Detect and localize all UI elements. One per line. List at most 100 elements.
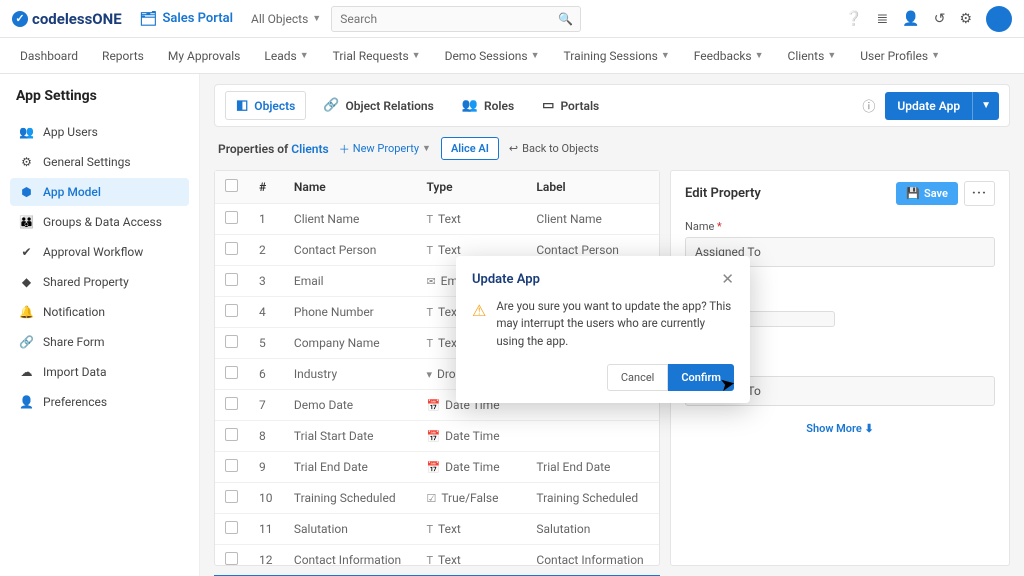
checkbox-icon[interactable] — [225, 459, 238, 472]
nav-reports[interactable]: Reports — [102, 49, 144, 63]
checkbox-icon[interactable] — [225, 397, 238, 410]
confirm-button[interactable]: Confirm — [668, 364, 734, 391]
checkbox-icon[interactable] — [225, 521, 238, 534]
portal-badge[interactable]: 🗂 Sales Portal — [140, 11, 233, 27]
nav-feedbacks[interactable]: Feedbacks▼ — [694, 49, 764, 63]
sidebar-item-general-settings[interactable]: ⚙General Settings — [10, 148, 189, 176]
table-row[interactable]: 8Trial Start Date📅Date Time — [215, 421, 659, 452]
settings-icon[interactable]: ⚙ — [959, 11, 972, 27]
show-more-button[interactable]: Show More ⬇ — [685, 422, 995, 435]
sidebar-item-share-form[interactable]: 🔗 Share Form — [10, 328, 189, 356]
row-name: Trial End Date — [284, 452, 417, 483]
sidebar-icon: 🔗 — [19, 335, 34, 349]
nav-my-approvals[interactable]: My Approvals — [168, 49, 241, 63]
tab-label: Objects — [254, 99, 295, 113]
search-box: 🔍 — [331, 6, 581, 32]
sidebar-item-import-data[interactable]: ☁Import Data — [10, 358, 189, 386]
row-name: Industry — [284, 359, 417, 390]
tab-roles[interactable]: 👥 Roles — [451, 91, 525, 120]
chevron-down-icon: ▼ — [661, 50, 670, 61]
nav-leads[interactable]: Leads▼ — [264, 49, 308, 63]
checkbox-icon[interactable] — [225, 428, 238, 441]
object-selector[interactable]: All Objects ▼ — [251, 12, 321, 26]
sidebar-icon: ◆ — [19, 275, 34, 289]
tab-icon: ◧ — [236, 98, 248, 113]
user-add-icon[interactable]: 👤 — [902, 11, 919, 27]
table-row[interactable]: 1Client NameTTextClient Name — [215, 204, 659, 235]
search-input[interactable] — [331, 6, 581, 32]
portal-label: Sales Portal — [162, 11, 233, 26]
nav-trial-requests[interactable]: Trial Requests▼ — [333, 49, 421, 63]
row-index: 8 — [249, 421, 284, 452]
sidebar-item-app-users[interactable]: 👥App Users — [10, 118, 189, 146]
checkbox-icon[interactable] — [225, 552, 238, 565]
table-row[interactable]: 9Trial End Date📅Date TimeTrial End Date — [215, 452, 659, 483]
avatar[interactable]: 👤 — [986, 6, 1012, 32]
save-button[interactable]: 💾 Save — [896, 182, 958, 205]
search-icon[interactable]: 🔍 — [558, 12, 573, 26]
update-app-button[interactable]: Update App — [885, 92, 972, 120]
row-index: 4 — [249, 297, 284, 328]
cancel-button[interactable]: Cancel — [607, 364, 668, 391]
tab-icon: 👥 — [462, 98, 478, 113]
nav-clients[interactable]: Clients▼ — [788, 49, 837, 63]
more-actions-button[interactable]: ··· — [964, 181, 995, 206]
tab-portals[interactable]: ▭Portals — [531, 91, 610, 120]
database-icon[interactable]: ≣ — [877, 11, 889, 27]
checkbox-icon[interactable] — [225, 242, 238, 255]
close-icon[interactable]: ✕ — [721, 270, 734, 288]
warning-icon: ⚠ — [472, 299, 486, 350]
nav-training-sessions[interactable]: Training Sessions▼ — [564, 49, 670, 63]
row-name: Salutation — [284, 514, 417, 545]
checkbox-icon[interactable] — [225, 179, 238, 192]
new-property-button[interactable]: ＋ New Property ▼ — [339, 141, 431, 157]
checkbox-icon[interactable] — [225, 273, 238, 286]
type-icon: T — [426, 523, 433, 536]
table-row[interactable]: 10Training Scheduled☑True/FalseTraining … — [215, 483, 659, 514]
back-to-objects[interactable]: ↩ Back to Objects — [509, 142, 599, 155]
sidebar-item-shared-property[interactable]: ◆Shared Property — [10, 268, 189, 296]
tab-objects[interactable]: ◧ Objects — [225, 91, 306, 120]
sidebar-item-groups---data-access[interactable]: 👪Groups & Data Access — [10, 208, 189, 236]
help-icon[interactable]: ❔ — [845, 11, 862, 27]
table-row[interactable]: 11SalutationTTextSalutation — [215, 514, 659, 545]
type-icon: T — [426, 306, 433, 319]
nav-demo-sessions[interactable]: Demo Sessions▼ — [445, 49, 540, 63]
history-icon[interactable]: ↺ — [934, 11, 946, 27]
row-name: Contact Person — [284, 235, 417, 266]
row-index: 11 — [249, 514, 284, 545]
sidebar-item-preferences[interactable]: 👤Preferences — [10, 388, 189, 416]
alice-ai-button[interactable]: Alice AI — [441, 137, 499, 160]
nav-user-profiles[interactable]: User Profiles▼ — [860, 49, 940, 63]
chevron-down-icon: ▼ — [531, 50, 540, 61]
nav-dashboard[interactable]: Dashboard — [20, 49, 78, 63]
tab-label: Roles — [484, 99, 514, 113]
type-icon: 📅 — [426, 461, 440, 474]
row-index: 3 — [249, 266, 284, 297]
sidebar-item-approval-workflow[interactable]: ✔Approval Workflow — [10, 238, 189, 266]
checkbox-icon[interactable] — [225, 304, 238, 317]
tab-object-relations[interactable]: 🔗Object Relations — [312, 91, 444, 120]
sidebar-title: App Settings — [10, 88, 189, 104]
info-icon[interactable]: ⓘ — [862, 96, 875, 115]
checkbox-icon[interactable] — [225, 490, 238, 503]
sidebar-item-label: Import Data — [43, 365, 107, 379]
row-label: Training Scheduled — [526, 483, 659, 514]
sidebar-item-app-model[interactable]: ⬢App Model — [10, 178, 189, 206]
row-name: Demo Date — [284, 390, 417, 421]
table-row[interactable]: 12Contact InformationTTextContact Inform… — [215, 545, 659, 576]
row-type: 📅Date Time — [416, 421, 526, 452]
update-app-dropdown[interactable]: ▼ — [972, 92, 999, 120]
col-type[interactable]: Type — [416, 171, 526, 204]
checkbox-icon[interactable] — [225, 366, 238, 379]
portal-icon: 🗂 — [140, 11, 158, 27]
top-icons: ❔ ≣ 👤 ↺ ⚙ 👤 — [845, 6, 1012, 32]
sidebar-item-notification[interactable]: 🔔Notification — [10, 298, 189, 326]
checkbox-icon[interactable] — [225, 211, 238, 224]
sidebar-item-label: Share Form — [43, 335, 105, 349]
entity-link[interactable]: Clients — [291, 142, 328, 156]
col-#[interactable]: # — [249, 171, 284, 204]
checkbox-icon[interactable] — [225, 335, 238, 348]
col-label[interactable]: Label — [526, 171, 659, 204]
col-name[interactable]: Name — [284, 171, 417, 204]
